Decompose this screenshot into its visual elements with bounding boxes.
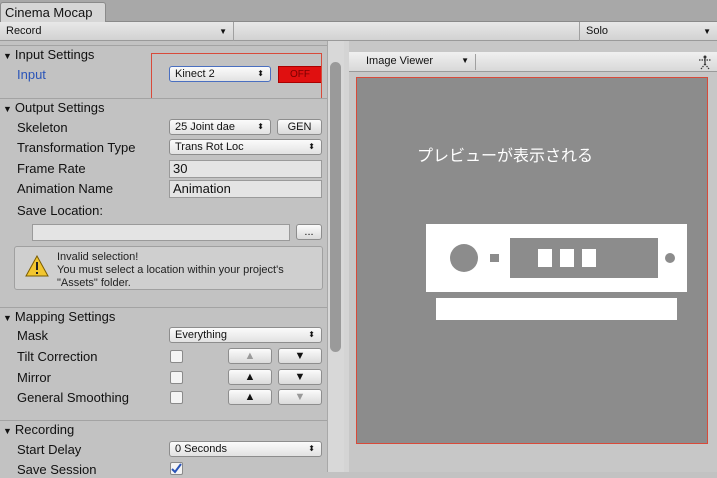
preview-placeholder-text: プレビューが表示される xyxy=(417,148,594,165)
frame-rate-field[interactable]: 30 xyxy=(169,160,322,178)
toolbar-middle-dropdown[interactable] xyxy=(234,22,580,41)
transformation-type-label: Transformation Type xyxy=(17,140,136,155)
up-arrow-icon: ▲ xyxy=(244,371,256,383)
highlight-box xyxy=(151,53,322,99)
up-arrow-icon: ▲ xyxy=(244,350,256,362)
updown-arrows-icon: ⬍ xyxy=(308,444,315,453)
tilt-correction-checkbox[interactable] xyxy=(170,350,183,363)
help-line-1: Invalid selection! xyxy=(57,251,139,263)
chevron-down-icon: ▼ xyxy=(461,56,469,65)
chevron-down-icon: ▼ xyxy=(703,27,711,36)
expand-triangle-icon: ▼ xyxy=(3,104,12,114)
chevron-down-icon: ▼ xyxy=(219,27,227,36)
save-location-label: Save Location: xyxy=(17,203,104,218)
solo-dropdown[interactable]: Solo ▼ xyxy=(580,22,717,41)
output-settings-header[interactable]: ▼ Output Settings xyxy=(0,98,327,118)
animation-name-label: Animation Name xyxy=(17,181,114,196)
tilt-correction-label: Tilt Correction xyxy=(17,349,98,364)
general-smoothing-label: General Smoothing xyxy=(17,390,130,405)
updown-arrows-icon: ⬍ xyxy=(257,122,264,131)
updown-arrows-icon: ⬍ xyxy=(308,330,315,339)
skeleton-dropdown[interactable]: 25 Joint dae ⬍ xyxy=(169,119,271,135)
gen-button[interactable]: GEN xyxy=(277,119,322,135)
save-session-checkbox[interactable] xyxy=(170,462,183,475)
mapping-settings-header[interactable]: ▼ Mapping Settings xyxy=(0,307,327,327)
solo-label: Solo xyxy=(586,25,609,37)
frame-rate-label: Frame Rate xyxy=(17,161,86,176)
mirror-down-button[interactable]: ▼ xyxy=(278,369,322,385)
input-label: Input xyxy=(17,67,46,82)
record-label: Record xyxy=(6,25,42,37)
warning-icon xyxy=(25,255,49,277)
scrollbar-thumb[interactable] xyxy=(330,62,341,352)
browse-button[interactable]: ... xyxy=(296,224,322,240)
down-arrow-icon: ▼ xyxy=(294,350,306,362)
tilt-down-button[interactable]: ▼ xyxy=(278,348,322,364)
smoothing-up-button[interactable]: ▲ xyxy=(228,389,272,405)
mask-dropdown[interactable]: Everything ⬍ xyxy=(169,327,322,343)
tilt-up-button[interactable]: ▲ xyxy=(228,348,272,364)
kinect-sensor-icon xyxy=(426,224,687,320)
updown-arrows-icon: ⬍ xyxy=(308,142,315,151)
skeleton-figure-icon[interactable] xyxy=(696,54,714,70)
mirror-checkbox[interactable] xyxy=(170,371,183,384)
expand-triangle-icon: ▼ xyxy=(3,51,12,61)
animation-name-field[interactable]: Animation xyxy=(169,180,322,198)
skeleton-label: Skeleton xyxy=(17,120,68,135)
recording-header[interactable]: ▼ Recording xyxy=(0,420,327,440)
expand-triangle-icon: ▼ xyxy=(3,426,12,436)
mask-label: Mask xyxy=(17,328,49,343)
mirror-label: Mirror xyxy=(17,370,51,385)
general-smoothing-checkbox[interactable] xyxy=(170,391,183,404)
start-delay-label: Start Delay xyxy=(17,442,82,457)
transformation-type-dropdown[interactable]: Trans Rot Loc ⬍ xyxy=(169,139,322,155)
down-arrow-icon: ▼ xyxy=(294,371,306,383)
start-delay-dropdown[interactable]: 0 Seconds ⬍ xyxy=(169,441,322,457)
save-session-label: Save Session xyxy=(17,462,97,477)
help-line-3: "Assets" folder. xyxy=(57,277,131,289)
image-viewer-dropdown[interactable]: Image Viewer ▼ xyxy=(361,54,476,70)
record-dropdown[interactable]: Record ▼ xyxy=(0,22,234,41)
save-location-field[interactable] xyxy=(32,224,290,241)
up-arrow-icon: ▲ xyxy=(244,391,256,403)
checkmark-icon xyxy=(171,463,182,474)
mirror-up-button[interactable]: ▲ xyxy=(228,369,272,385)
down-arrow-icon: ▼ xyxy=(294,391,306,403)
smoothing-down-button[interactable]: ▼ xyxy=(278,389,322,405)
tab-cinema-mocap[interactable]: Cinema Mocap xyxy=(0,2,106,22)
expand-triangle-icon: ▼ xyxy=(3,313,12,323)
tab-bar xyxy=(0,0,717,22)
help-line-2: You must select a location within your p… xyxy=(57,264,284,276)
